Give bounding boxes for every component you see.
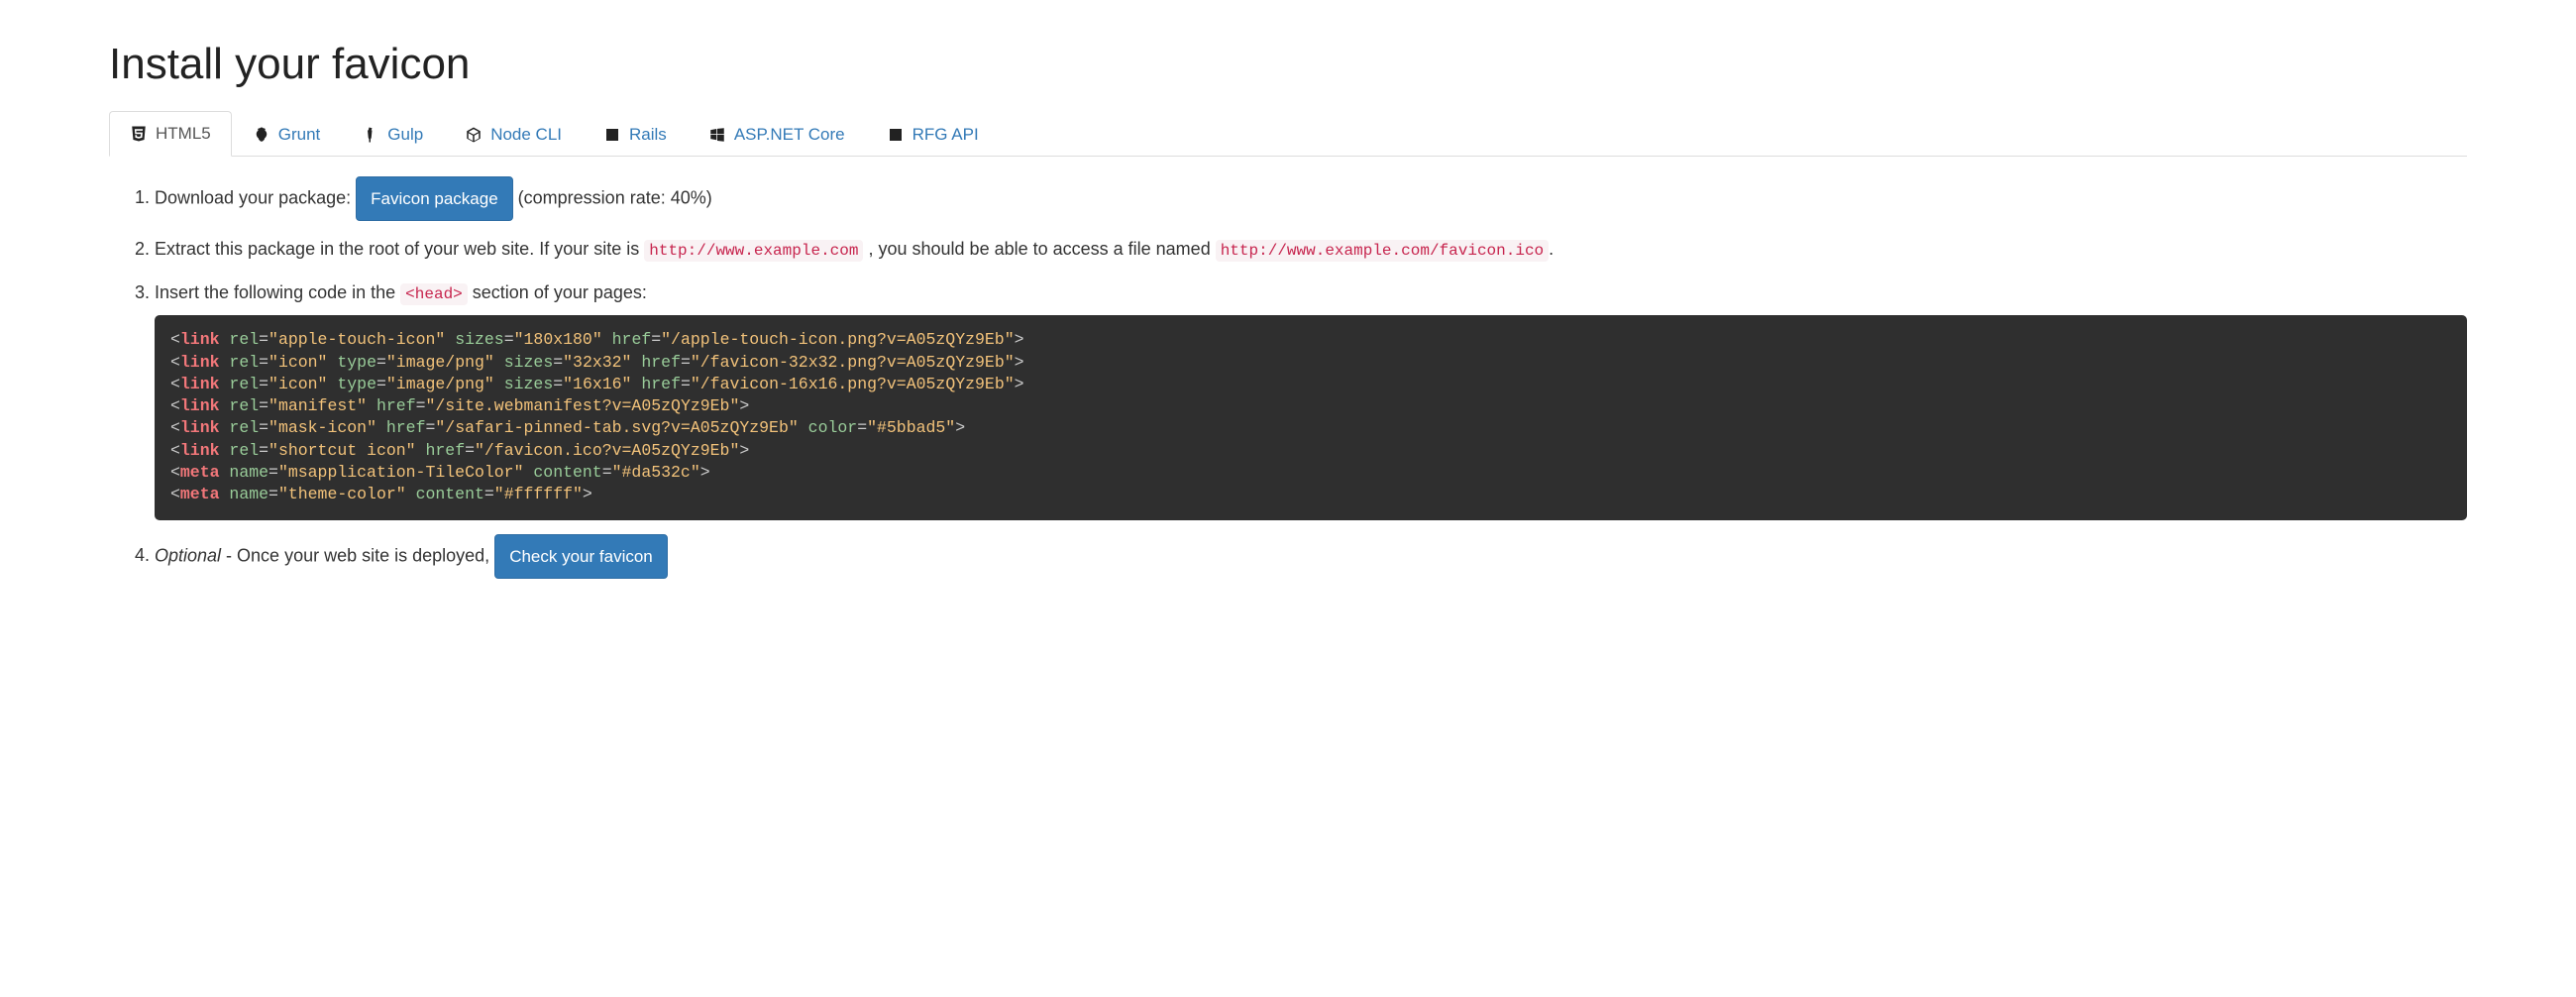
- tab-content: Download your package: Favicon package (…: [109, 176, 2467, 579]
- step-2: Extract this package in the root of your…: [155, 235, 2467, 265]
- tab-nodecli[interactable]: Node CLI: [444, 111, 583, 157]
- gulp-icon: [362, 126, 379, 144]
- tab-label: Gulp: [387, 125, 423, 145]
- html5-icon: [130, 125, 148, 143]
- tab-label: Grunt: [278, 125, 321, 145]
- step-2-mid: , you should be able to access a file na…: [868, 239, 1215, 259]
- tab-grunt[interactable]: Grunt: [232, 111, 342, 157]
- step-4: Optional - Once your web site is deploye…: [155, 534, 2467, 579]
- tab-label: Node CLI: [490, 125, 562, 145]
- step-1-prefix: Download your package:: [155, 187, 356, 207]
- tab-aspnet[interactable]: ASP.NET Core: [688, 111, 866, 157]
- tab-rails[interactable]: Rails: [583, 111, 688, 157]
- step-4-mid: - Once your web site is deployed,: [221, 545, 494, 565]
- step-3: Insert the following code in the <head> …: [155, 278, 2467, 520]
- grunt-icon: [253, 126, 270, 144]
- steps-list: Download your package: Favicon package (…: [155, 176, 2467, 579]
- step-3-prefix: Insert the following code in the: [155, 282, 400, 302]
- favicon-package-button[interactable]: Favicon package: [356, 176, 513, 221]
- tab-rfgapi[interactable]: RFG API: [866, 111, 1000, 157]
- step-2-suffix: .: [1549, 239, 1554, 259]
- rails-icon: [603, 126, 621, 144]
- step-1: Download your package: Favicon package (…: [155, 176, 2467, 221]
- example-url-code: http://www.example.com: [644, 240, 863, 262]
- tab-label: HTML5: [156, 124, 211, 144]
- api-icon: [887, 126, 905, 144]
- tab-html5[interactable]: HTML5: [109, 111, 232, 157]
- step-4-optional: Optional: [155, 545, 221, 565]
- nodejs-icon: [465, 126, 483, 144]
- tab-label: RFG API: [912, 125, 979, 145]
- step-2-prefix: Extract this package in the root of your…: [155, 239, 644, 259]
- windows-icon: [708, 126, 726, 144]
- tab-bar: HTML5 Grunt Gulp Node CLI Rails ASP.NET …: [109, 111, 2467, 157]
- tab-gulp[interactable]: Gulp: [341, 111, 444, 157]
- tab-label: ASP.NET Core: [734, 125, 845, 145]
- favicon-url-code: http://www.example.com/favicon.ico: [1216, 240, 1549, 262]
- head-tag-code: <head>: [400, 283, 468, 305]
- step-3-suffix: section of your pages:: [473, 282, 647, 302]
- tab-label: Rails: [629, 125, 667, 145]
- head-code-block[interactable]: <link rel="apple-touch-icon" sizes="180x…: [155, 315, 2467, 519]
- check-favicon-button[interactable]: Check your favicon: [494, 534, 668, 579]
- step-1-suffix: (compression rate: 40%): [518, 187, 712, 207]
- page-title: Install your favicon: [109, 40, 2467, 89]
